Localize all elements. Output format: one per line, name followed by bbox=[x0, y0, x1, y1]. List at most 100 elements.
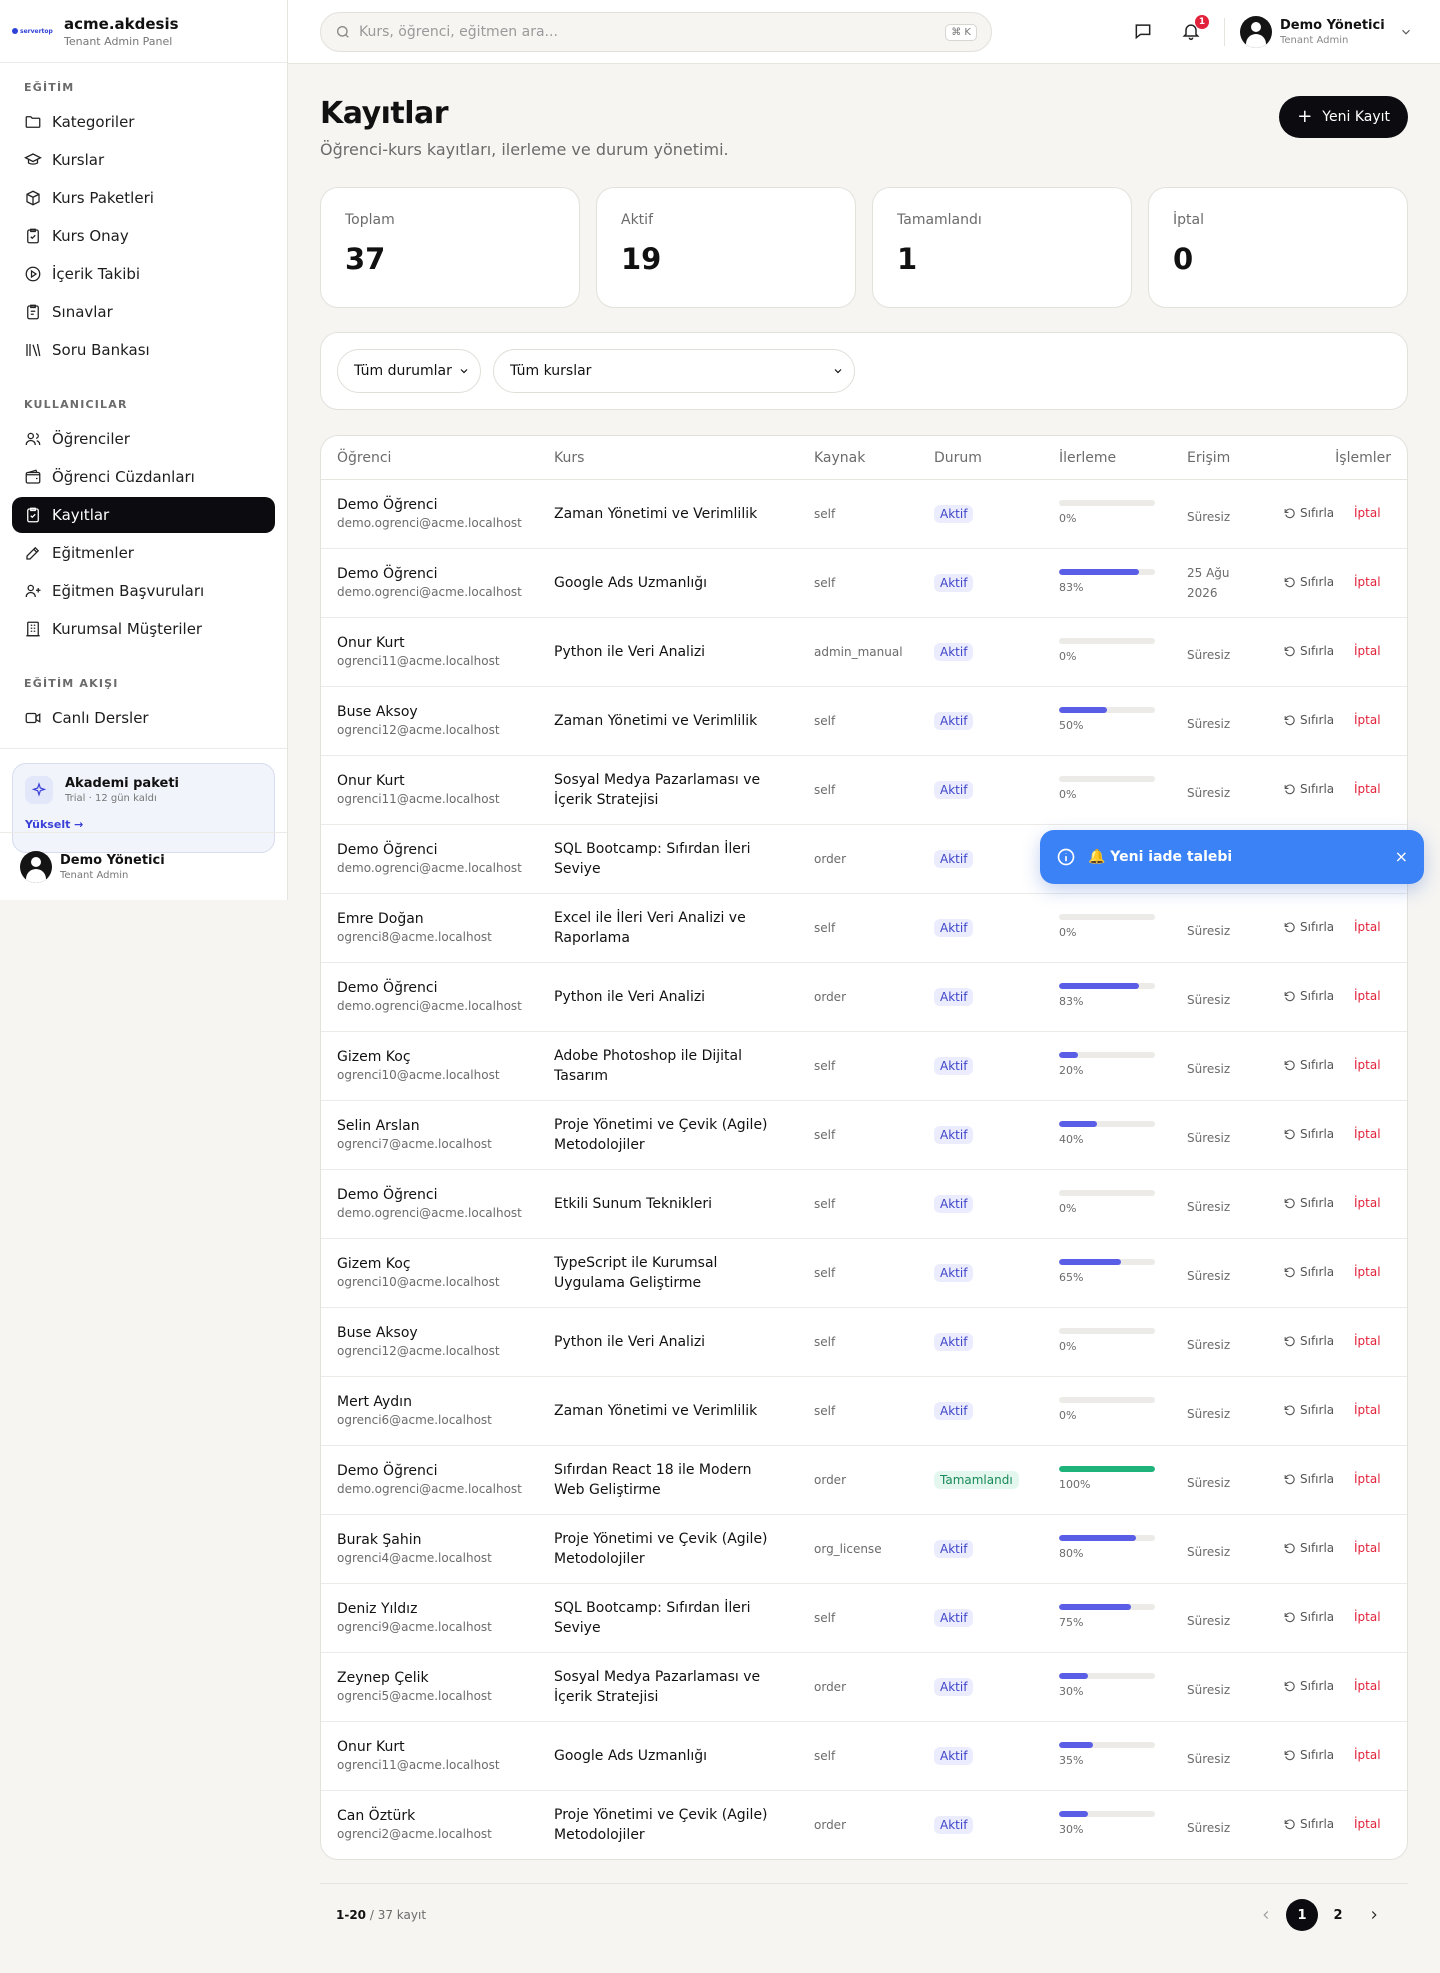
student-name[interactable]: Demo Öğrenci bbox=[337, 566, 522, 582]
reset-button[interactable]: Sıfırla bbox=[1283, 1679, 1334, 1693]
search-input[interactable]: Kurs, öğrenci, eğitmen ara... ⌘ K bbox=[320, 12, 992, 52]
sidebar-item-egitmen-basvurulari[interactable]: Eğitmen Başvuruları bbox=[12, 573, 275, 609]
cancel-button[interactable]: İptal bbox=[1354, 1334, 1381, 1348]
reset-button[interactable]: Sıfırla bbox=[1283, 1334, 1334, 1348]
reset-button[interactable]: Sıfırla bbox=[1283, 1127, 1334, 1141]
sidebar-item-kategoriler[interactable]: Kategoriler bbox=[12, 104, 275, 140]
student-name[interactable]: Demo Öğrenci bbox=[337, 842, 522, 858]
cancel-button[interactable]: İptal bbox=[1354, 1058, 1381, 1072]
student-name[interactable]: Zeynep Çelik bbox=[337, 1670, 492, 1686]
student-email: ogrenci11@acme.localhost bbox=[337, 1758, 500, 1772]
page-button-1[interactable]: 1 bbox=[1286, 1899, 1318, 1931]
status-badge: Aktif bbox=[934, 505, 974, 523]
sidebar-item-sinavlar[interactable]: Sınavlar bbox=[12, 294, 275, 330]
source-cell: self bbox=[814, 1059, 836, 1073]
access-cell: Süresiz bbox=[1187, 1269, 1231, 1283]
sidebar-item-label: Kurslar bbox=[52, 151, 105, 169]
prev-page-button[interactable] bbox=[1250, 1899, 1282, 1931]
sidebar-item-ogrenci-cuzdanlari[interactable]: Öğrenci Cüzdanları bbox=[12, 459, 275, 495]
reset-button[interactable]: Sıfırla bbox=[1283, 1403, 1334, 1417]
cancel-button[interactable]: İptal bbox=[1354, 1610, 1381, 1624]
reset-button[interactable]: Sıfırla bbox=[1283, 713, 1334, 727]
sidebar-item-ogrenciler[interactable]: Öğrenciler bbox=[12, 421, 275, 457]
reset-button[interactable]: Sıfırla bbox=[1283, 1748, 1334, 1762]
sidebar-item-kurs-onay[interactable]: Kurs Onay bbox=[12, 218, 275, 254]
cancel-button[interactable]: İptal bbox=[1354, 782, 1381, 796]
student-name[interactable]: Demo Öğrenci bbox=[337, 1463, 522, 1479]
cancel-button[interactable]: İptal bbox=[1354, 1403, 1381, 1417]
sidebar-user[interactable]: Demo Yönetici Tenant Admin bbox=[0, 832, 287, 900]
notifications-button[interactable]: 1 bbox=[1181, 15, 1209, 43]
reset-button[interactable]: Sıfırla bbox=[1283, 920, 1334, 934]
reset-button[interactable]: Sıfırla bbox=[1283, 1265, 1334, 1279]
cancel-button[interactable]: İptal bbox=[1354, 1196, 1381, 1210]
table-row: Burak Şahin ogrenci4@acme.localhost Proje … bbox=[321, 1515, 1407, 1584]
reset-button[interactable]: Sıfırla bbox=[1283, 782, 1334, 796]
progress-fill bbox=[1059, 707, 1107, 713]
page-button-2[interactable]: 2 bbox=[1322, 1899, 1354, 1931]
reset-button[interactable]: Sıfırla bbox=[1283, 506, 1334, 520]
reset-button[interactable]: Sıfırla bbox=[1283, 1610, 1334, 1624]
sidebar-item-canli-dersler[interactable]: Canlı Dersler bbox=[12, 700, 275, 736]
student-name[interactable]: Can Öztürk bbox=[337, 1808, 492, 1824]
student-name[interactable]: Gizem Koç bbox=[337, 1049, 500, 1065]
sidebar-item-icerik-takibi[interactable]: İçerik Takibi bbox=[12, 256, 275, 292]
brand[interactable]: servertop acme.akdesis Tenant Admin Pane… bbox=[0, 0, 287, 63]
reset-button[interactable]: Sıfırla bbox=[1283, 1472, 1334, 1486]
student-name[interactable]: Onur Kurt bbox=[337, 1739, 500, 1755]
sidebar-item-kayitlar[interactable]: Kayıtlar bbox=[12, 497, 275, 533]
student-name[interactable]: Buse Aksoy bbox=[337, 704, 500, 720]
status-badge: Aktif bbox=[934, 1333, 974, 1351]
student-name[interactable]: Onur Kurt bbox=[337, 635, 500, 651]
reset-button[interactable]: Sıfırla bbox=[1283, 1817, 1334, 1831]
progress-bar bbox=[1059, 638, 1155, 644]
cancel-button[interactable]: İptal bbox=[1354, 1127, 1381, 1141]
cancel-button[interactable]: İptal bbox=[1354, 1541, 1381, 1555]
student-name[interactable]: Gizem Koç bbox=[337, 1256, 500, 1272]
reset-button[interactable]: Sıfırla bbox=[1283, 1196, 1334, 1210]
sidebar-item-kurumsal-musteriler[interactable]: Kurumsal Müşteriler bbox=[12, 611, 275, 647]
status-filter-select[interactable]: Tüm durumlar bbox=[337, 349, 481, 393]
student-name[interactable]: Onur Kurt bbox=[337, 773, 500, 789]
next-page-button[interactable] bbox=[1358, 1899, 1390, 1931]
student-name[interactable]: Burak Şahin bbox=[337, 1532, 492, 1548]
column-header-actions: İşlemler bbox=[1335, 450, 1391, 466]
reset-button[interactable]: Sıfırla bbox=[1283, 989, 1334, 1003]
student-name[interactable]: Demo Öğrenci bbox=[337, 980, 522, 996]
cancel-button[interactable]: İptal bbox=[1354, 1817, 1381, 1831]
sidebar-item-soru-bankasi[interactable]: Soru Bankası bbox=[12, 332, 275, 368]
student-name[interactable]: Buse Aksoy bbox=[337, 1325, 500, 1341]
student-name[interactable]: Demo Öğrenci bbox=[337, 1187, 522, 1203]
student-cell: Onur Kurt ogrenci11@acme.localhost bbox=[337, 773, 500, 806]
new-enrollment-button[interactable]: + Yeni Kayıt bbox=[1279, 96, 1408, 138]
student-name[interactable]: Deniz Yıldız bbox=[337, 1601, 492, 1617]
progress-bar bbox=[1059, 1328, 1155, 1334]
cancel-button[interactable]: İptal bbox=[1354, 1265, 1381, 1279]
student-name[interactable]: Emre Doğan bbox=[337, 911, 492, 927]
user-menu[interactable]: Demo Yönetici Tenant Admin bbox=[1240, 16, 1413, 48]
course-filter-select[interactable]: Tüm kurslar bbox=[493, 349, 855, 393]
close-icon[interactable]: × bbox=[1395, 849, 1408, 865]
cancel-button[interactable]: İptal bbox=[1354, 644, 1381, 658]
student-name[interactable]: Mert Aydın bbox=[337, 1394, 492, 1410]
reset-button[interactable]: Sıfırla bbox=[1283, 644, 1334, 658]
sidebar-item-kurs-paketleri[interactable]: Kurs Paketleri bbox=[12, 180, 275, 216]
sidebar-item-kurslar[interactable]: Kurslar bbox=[12, 142, 275, 178]
cancel-button[interactable]: İptal bbox=[1354, 920, 1381, 934]
reset-button[interactable]: Sıfırla bbox=[1283, 1541, 1334, 1555]
cancel-button[interactable]: İptal bbox=[1354, 1748, 1381, 1762]
messages-button[interactable] bbox=[1133, 21, 1155, 43]
student-name[interactable]: Selin Arslan bbox=[337, 1118, 492, 1134]
cancel-button[interactable]: İptal bbox=[1354, 1679, 1381, 1693]
cancel-button[interactable]: İptal bbox=[1354, 713, 1381, 727]
cancel-button[interactable]: İptal bbox=[1354, 989, 1381, 1003]
reset-button[interactable]: Sıfırla bbox=[1283, 575, 1334, 589]
sidebar-item-egitmenler[interactable]: Eğitmenler bbox=[12, 535, 275, 571]
reset-button[interactable]: Sıfırla bbox=[1283, 1058, 1334, 1072]
cancel-button[interactable]: İptal bbox=[1354, 1472, 1381, 1486]
stat-label: Toplam bbox=[345, 212, 395, 228]
student-name[interactable]: Demo Öğrenci bbox=[337, 497, 522, 513]
cancel-button[interactable]: İptal bbox=[1354, 575, 1381, 589]
upgrade-link[interactable]: Yükselt → bbox=[25, 818, 262, 831]
cancel-button[interactable]: İptal bbox=[1354, 506, 1381, 520]
